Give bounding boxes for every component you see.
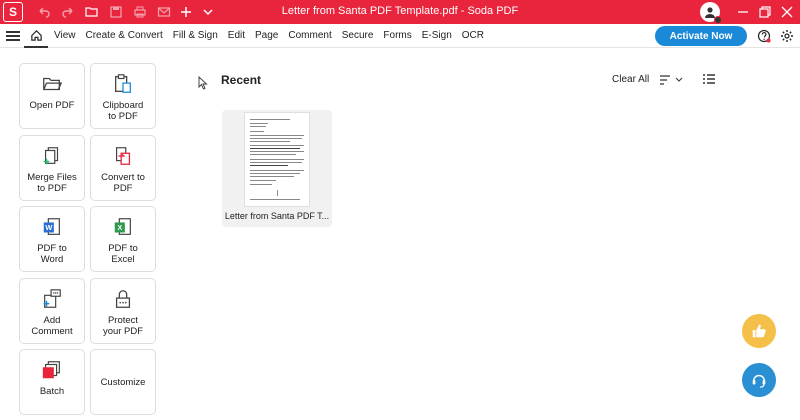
convert-pdf-icon: [111, 144, 135, 168]
menu-items: View Create & Convert Fill & Sign Edit P…: [54, 30, 494, 41]
word-icon: W: [40, 215, 64, 239]
add-comment-tool[interactable]: Add Comment: [19, 278, 85, 344]
help-notification-icon[interactable]: [757, 29, 771, 43]
clipboard-to-pdf-tool[interactable]: Clipboard to PDF: [90, 63, 156, 129]
file-name: Letter from Santa PDF T...: [224, 211, 330, 221]
headset-icon: [752, 374, 766, 388]
merge-files-icon: [40, 144, 64, 168]
menu-page[interactable]: Page: [255, 30, 278, 41]
menu-forms[interactable]: Forms: [383, 30, 411, 41]
clipboard-icon: [111, 72, 135, 96]
settings-gear-icon[interactable]: [780, 29, 794, 43]
svg-text:X: X: [117, 223, 122, 232]
comment-icon: [40, 287, 64, 311]
merge-files-tool[interactable]: Merge Files to PDF: [19, 135, 85, 201]
hamburger-menu-icon[interactable]: [6, 29, 20, 43]
menu-secure[interactable]: Secure: [342, 30, 374, 41]
batch-icon: [40, 358, 64, 382]
lock-icon: [111, 287, 135, 311]
open-pdf-tool[interactable]: Open PDF: [19, 63, 85, 129]
pdf-to-word-tool[interactable]: W PDF to Word: [19, 206, 85, 272]
customize-tool[interactable]: Customize: [90, 349, 156, 415]
user-avatar-icon[interactable]: [700, 2, 722, 24]
sort-icon[interactable]: [659, 74, 683, 86]
svg-text:W: W: [45, 223, 52, 232]
restore-icon[interactable]: [757, 4, 773, 20]
menu-bar: View Create & Convert Fill & Sign Edit P…: [0, 24, 800, 48]
clear-all-button[interactable]: Clear All: [612, 74, 649, 85]
home-icon[interactable]: [24, 24, 48, 48]
file-thumbnail: [244, 112, 310, 207]
convert-to-pdf-tool[interactable]: Convert to PDF: [90, 135, 156, 201]
folder-open-icon: [40, 72, 64, 96]
protect-pdf-tool[interactable]: Protect your PDF: [90, 278, 156, 344]
list-view-icon[interactable]: [703, 73, 715, 85]
minimize-icon[interactable]: [735, 4, 751, 20]
activate-now-button[interactable]: Activate Now: [655, 26, 747, 46]
window-title: Letter from Santa PDF Template.pdf - Sod…: [281, 5, 519, 17]
recent-file-card[interactable]: Letter from Santa PDF T...: [222, 110, 332, 227]
close-icon[interactable]: [779, 4, 795, 20]
mouse-cursor-icon: [198, 75, 208, 90]
menu-ocr[interactable]: OCR: [462, 30, 484, 41]
menu-e-sign[interactable]: E-Sign: [422, 30, 452, 41]
recent-heading: Recent: [221, 73, 262, 87]
thumbs-up-icon: [752, 324, 766, 338]
menu-edit[interactable]: Edit: [228, 30, 245, 41]
support-chat-button[interactable]: [742, 363, 776, 397]
batch-tool[interactable]: Batch: [19, 349, 85, 415]
menu-create-convert[interactable]: Create & Convert: [86, 30, 163, 41]
excel-icon: X: [111, 215, 135, 239]
feedback-like-button[interactable]: [742, 314, 776, 348]
menu-comment[interactable]: Comment: [288, 30, 331, 41]
pdf-to-excel-tool[interactable]: X PDF to Excel: [90, 206, 156, 272]
title-bar: S Letter from Santa PDF Template.pdf - S…: [0, 0, 800, 24]
menu-fill-sign[interactable]: Fill & Sign: [173, 30, 218, 41]
menu-view[interactable]: View: [54, 30, 76, 41]
